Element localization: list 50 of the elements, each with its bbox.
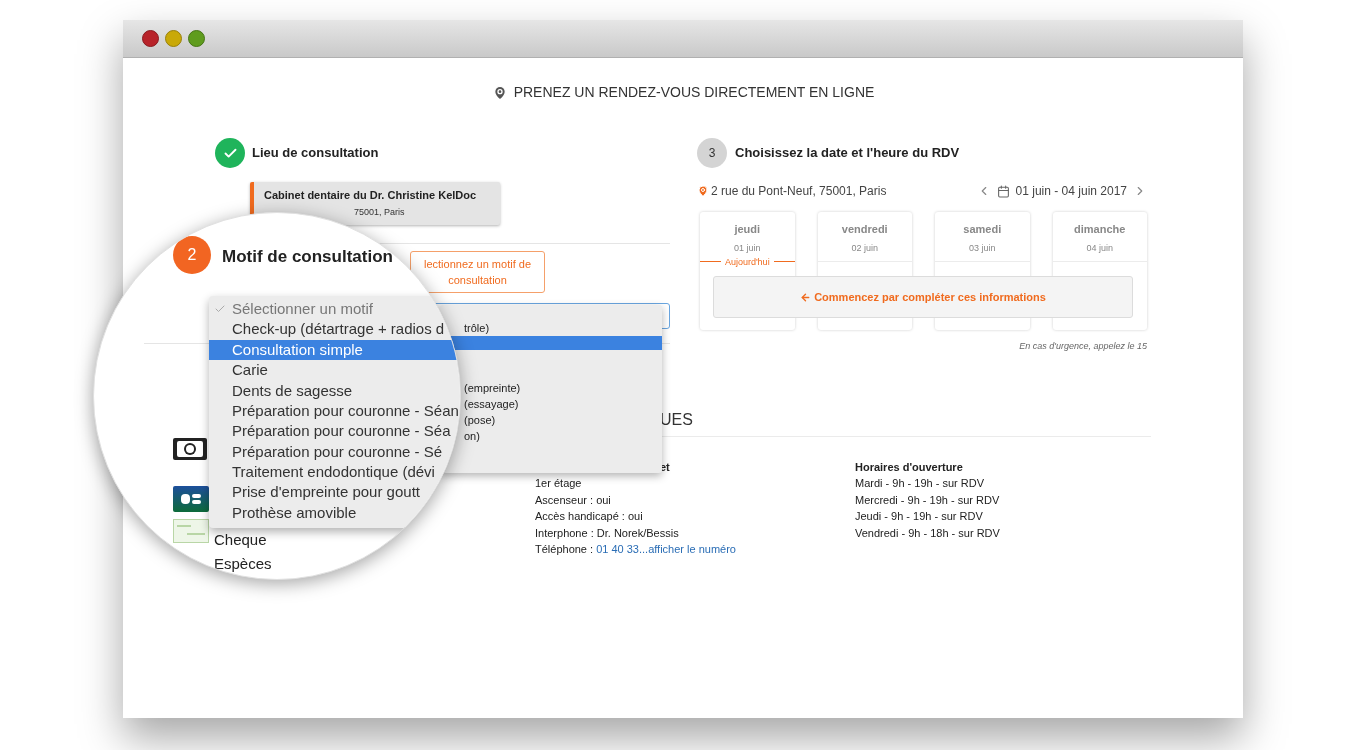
day-date: 02 juin xyxy=(851,241,878,255)
dropdown-option[interactable]: Prise d'empreinte pour goutt xyxy=(209,482,460,503)
close-button[interactable] xyxy=(142,30,159,47)
access-info: Interphone : Dr. Norek/Bessis xyxy=(535,525,680,541)
calendar-icon xyxy=(996,184,1010,198)
day-name: dimanche xyxy=(1074,222,1126,237)
date-range: 01 juin - 04 juin 2017 xyxy=(1015,183,1127,200)
payment-method: Espèces xyxy=(214,554,272,574)
step-title: Motif de consultation xyxy=(222,246,393,268)
clinic-name: Cabinet dentaire du Dr. Christine KelDoc xyxy=(264,188,478,203)
minimize-button[interactable] xyxy=(165,30,182,47)
arrow-left-icon xyxy=(800,291,812,303)
notice-text: Commencez par compléter ces informations xyxy=(814,289,1046,305)
day-date: 04 juin xyxy=(1086,241,1113,255)
location-pin-icon xyxy=(697,185,709,197)
page-heading: PRENEZ UN RENDEZ-VOUS DIRECTEMENT EN LIGNE xyxy=(513,83,875,102)
day-date: 01 juin xyxy=(734,241,761,255)
dropdown-option[interactable]: Préparation pour couronne - Séan xyxy=(209,400,460,422)
dropdown-option[interactable]: Préparation pour couronne - Sé xyxy=(209,441,460,463)
payment-method: Cheque xyxy=(214,530,267,550)
dropdown-option[interactable]: Dents de sagesse xyxy=(209,380,460,401)
access-info: 1er étage xyxy=(535,476,583,491)
opening-hours: Mardi - 9h - 19h - sur RDV xyxy=(855,476,985,491)
dropdown-option[interactable]: Traitement endodontique (dévi xyxy=(209,462,460,483)
step-number-badge: 3 xyxy=(697,138,727,168)
dropdown-option[interactable]: Sélectionner un motif xyxy=(209,299,460,320)
step-title: Lieu de consultation xyxy=(252,144,379,163)
column-heading: Horaires d'ouverture xyxy=(855,459,964,475)
phone-line: Téléphone : 01 40 33...afficher le numéro xyxy=(535,542,737,557)
dropdown-option[interactable]: Préparation pour couronne - Séa xyxy=(209,421,460,442)
dropdown-option[interactable]: Check-up (détartrage + radios d xyxy=(209,319,460,340)
day-date: 03 juin xyxy=(969,241,996,255)
step-title: Choisissez la date et l'heure du RDV xyxy=(735,144,960,163)
zoom-button[interactable] xyxy=(188,30,205,47)
today-label: Aujourd'hui xyxy=(720,256,774,268)
clinic-address: 75001, Paris xyxy=(353,205,406,219)
access-info: Ascenseur : oui xyxy=(535,492,612,508)
dropdown-option[interactable]: Carie xyxy=(209,360,460,381)
practice-address: 2 rue du Pont-Neuf, 75001, Paris xyxy=(711,183,887,200)
day-name: jeudi xyxy=(734,222,761,237)
opening-hours: Jeudi - 9h - 19h - sur RDV xyxy=(855,509,984,524)
day-name: samedi xyxy=(963,222,1002,237)
phone-link[interactable]: 01 40 33...afficher le numéro xyxy=(596,543,736,555)
urgency-note: En cas d'urgence, appelez le 15 xyxy=(1019,340,1147,353)
opening-hours: Vendredi - 9h - 18h - sur RDV xyxy=(855,525,1001,541)
day-name: vendredi xyxy=(841,222,888,237)
step-number-badge: 2 xyxy=(173,236,211,274)
opening-hours: Mercredi - 9h - 19h - sur RDV xyxy=(855,492,1001,508)
dropdown-option[interactable]: Prothèse amovible xyxy=(209,502,460,524)
access-info: Accès handicapé : oui xyxy=(535,509,644,524)
